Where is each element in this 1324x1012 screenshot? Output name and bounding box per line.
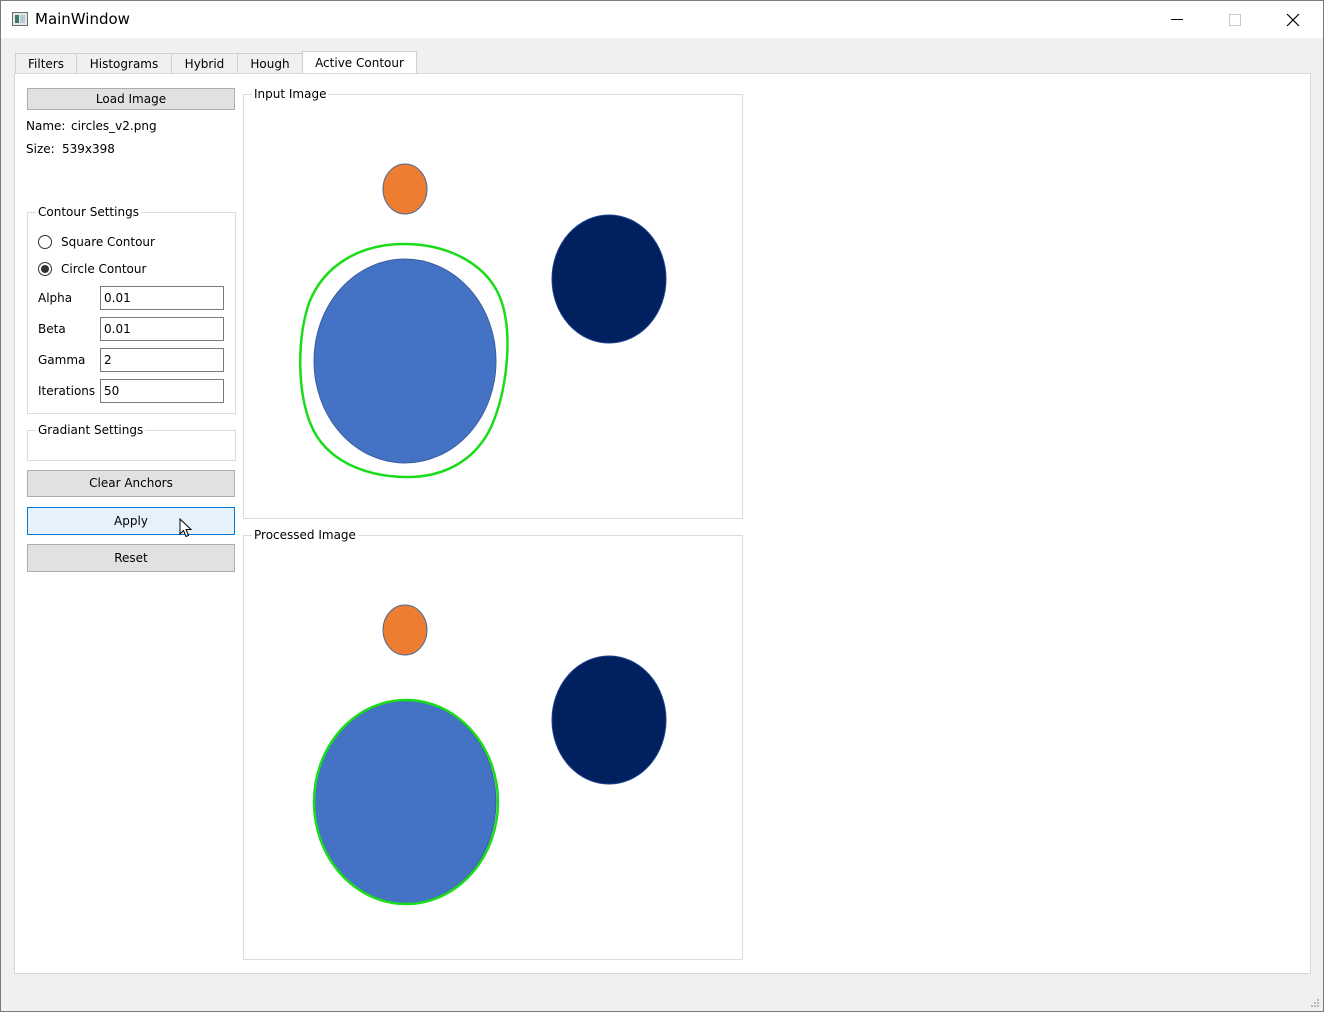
tab-active-contour[interactable]: Active Contour <box>302 51 417 75</box>
beta-field[interactable]: 0.01 <box>100 317 224 341</box>
maximize-icon <box>1229 14 1241 26</box>
circle-contour-label[interactable]: Circle Contour <box>61 262 146 276</box>
iterations-label: Iterations <box>38 384 96 398</box>
tab-hybrid[interactable]: Hybrid <box>171 53 238 74</box>
square-contour-label[interactable]: Square Contour <box>61 235 155 249</box>
alpha-field[interactable]: 0.01 <box>100 286 224 310</box>
tab-histograms[interactable]: Histograms <box>76 53 172 74</box>
mouse-cursor-icon <box>179 518 193 538</box>
input-image-frame: Input Image <box>243 87 743 519</box>
close-icon <box>1286 13 1300 27</box>
processed-image-frame: Processed Image <box>243 528 743 960</box>
name-label: Name: <box>26 119 66 133</box>
processed-navy-circle <box>551 655 667 785</box>
tab-hough[interactable]: Hough <box>237 53 303 74</box>
title-bar: MainWindow <box>1 1 1323 38</box>
circle-contour-radio[interactable] <box>38 262 52 276</box>
minimize-icon <box>1171 19 1183 20</box>
input-orange-circle <box>382 163 428 215</box>
contour-settings-title: Contour Settings <box>36 205 141 219</box>
reset-button[interactable]: Reset <box>27 544 235 572</box>
iterations-field[interactable]: 50 <box>100 379 224 403</box>
app-icon <box>12 12 28 26</box>
minimize-button[interactable] <box>1148 1 1206 38</box>
square-contour-radio[interactable] <box>38 235 52 249</box>
gradient-settings-group: Gradiant Settings <box>27 423 236 461</box>
maximize-button[interactable] <box>1206 1 1264 38</box>
image-size-value: 539x398 <box>62 142 115 156</box>
load-image-button[interactable]: Load Image <box>27 88 235 110</box>
size-label: Size: <box>26 142 55 156</box>
beta-label: Beta <box>38 322 66 336</box>
clear-anchors-button[interactable]: Clear Anchors <box>27 470 235 497</box>
input-blue-circle <box>313 258 497 464</box>
gamma-field[interactable]: 2 <box>100 348 224 372</box>
gradient-settings-title: Gradiant Settings <box>36 423 146 437</box>
processed-orange-circle <box>382 604 428 656</box>
gamma-label: Gamma <box>38 353 86 367</box>
resize-grip-icon[interactable] <box>1310 998 1320 1008</box>
input-image-canvas[interactable] <box>244 95 742 518</box>
file-name-value: circles_v2.png <box>71 119 157 133</box>
close-button[interactable] <box>1264 1 1322 38</box>
processed-image-canvas <box>312 604 667 906</box>
window-title: MainWindow <box>35 10 130 28</box>
input-navy-circle <box>551 214 667 344</box>
tab-filters[interactable]: Filters <box>15 53 77 74</box>
alpha-label: Alpha <box>38 291 73 305</box>
main-window: MainWindow Filters Histograms Hybrid Hou… <box>0 0 1324 1012</box>
apply-button[interactable]: Apply <box>27 507 235 535</box>
